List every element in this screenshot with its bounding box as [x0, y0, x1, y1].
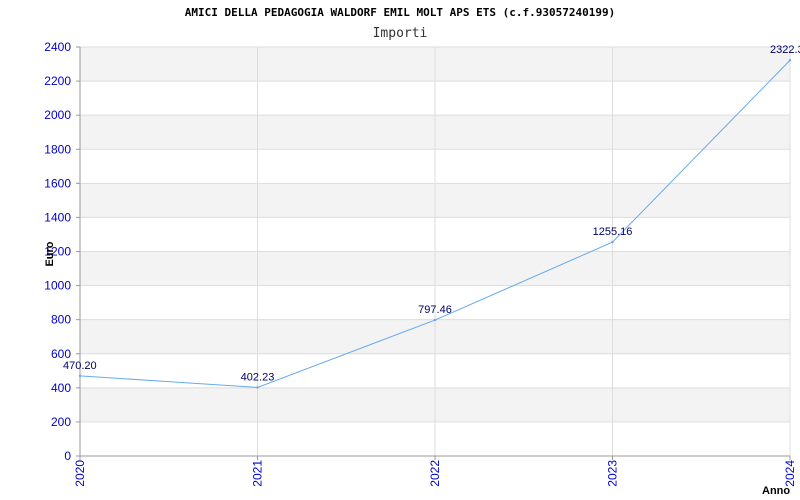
y-tick-label: 2400	[44, 40, 71, 54]
y-tick-label: 1000	[44, 279, 71, 293]
data-label: 2322.3	[770, 44, 800, 56]
chart-title: AMICI DELLA PEDAGOGIA WALDORF EMIL MOLT …	[185, 6, 615, 19]
x-tick-label: 2021	[251, 460, 265, 487]
x-axis-ticks: 2020 2021 2022 2023 2024	[73, 456, 797, 487]
x-tick-label: 2024	[783, 460, 797, 487]
x-tick-label: 2023	[606, 460, 620, 487]
x-tick-label: 2022	[428, 460, 442, 487]
data-label: 402.23	[241, 371, 275, 383]
data-label: 797.46	[418, 304, 452, 316]
chart-subtitle: Importi	[373, 26, 428, 41]
data-point	[788, 59, 792, 62]
y-tick-label: 2000	[44, 108, 71, 122]
y-tick-label: 600	[51, 347, 71, 361]
y-tick-label: 200	[51, 415, 71, 429]
data-label: 1255.16	[593, 226, 633, 238]
data-label: 470.20	[63, 360, 97, 372]
y-tick-label: 1800	[44, 142, 71, 156]
y-tick-label: 1400	[44, 210, 71, 224]
data-point	[611, 240, 614, 244]
y-tick-label: 0	[64, 449, 71, 463]
y-tick-label: 1600	[44, 176, 71, 190]
data-point	[433, 318, 437, 322]
y-tick-label: 2200	[44, 74, 71, 88]
x-tick-label: 2020	[73, 460, 87, 487]
y-tick-label: 400	[51, 381, 71, 395]
y-tick-label: 800	[51, 313, 71, 327]
y-axis-label: Euro	[44, 241, 56, 266]
data-point	[256, 386, 259, 389]
data-point	[78, 374, 82, 378]
line-chart: 0200400600800100012001400160018002000220…	[44, 6, 800, 497]
x-axis-label: Anno	[762, 485, 790, 497]
